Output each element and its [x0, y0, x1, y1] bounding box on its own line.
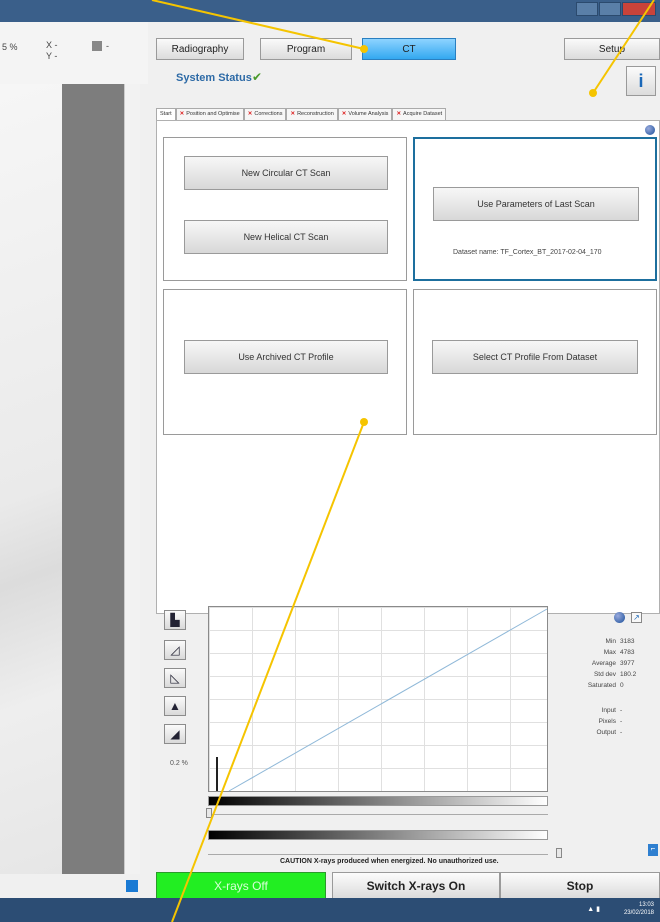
- annotation-dot: [360, 45, 368, 53]
- annotation-line: [151, 0, 365, 50]
- annotation-dot: [589, 89, 597, 97]
- annotation-dot: [360, 418, 368, 426]
- annotation-line: [592, 0, 655, 94]
- annotation-line: [171, 421, 365, 922]
- annotation-overlay: [151, 0, 655, 922]
